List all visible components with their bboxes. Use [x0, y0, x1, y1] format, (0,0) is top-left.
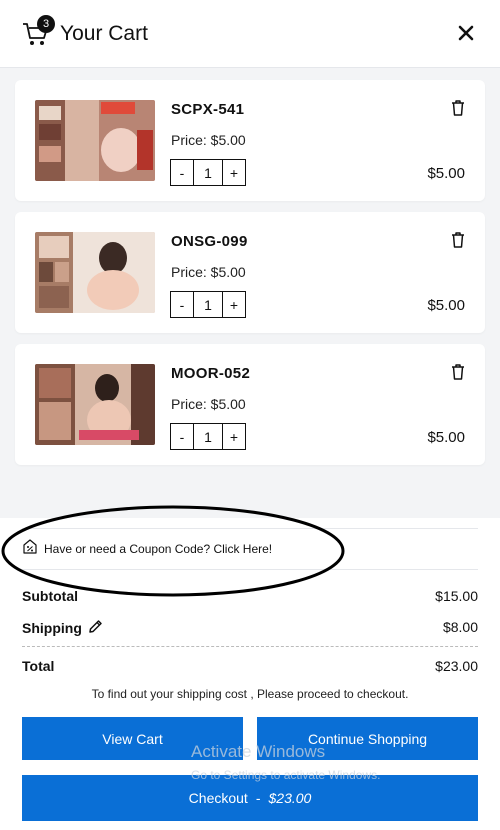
shipping-row: Shipping $8.00 [22, 619, 478, 637]
product-thumbnail[interactable] [35, 100, 155, 181]
cart-item: ONSG-099 Price: $5.00 - 1 + $5.00 [15, 212, 485, 333]
item-line-total: $5.00 [427, 297, 465, 314]
coupon-icon [22, 538, 38, 560]
checkout-label: Checkout [188, 790, 248, 806]
continue-shopping-button[interactable]: Continue Shopping [257, 717, 478, 760]
cart-header: 3 Your Cart [0, 0, 500, 68]
shipping-value: $8.00 [442, 619, 478, 635]
quantity-value[interactable]: 1 [193, 292, 223, 317]
shipping-label: Shipping [22, 620, 82, 636]
cart-summary: Have or need a Coupon Code? Click Here! … [0, 518, 500, 830]
coupon-text: Have or need a Coupon Code? Click Here! [44, 542, 273, 556]
item-price: Price: $5.00 [171, 264, 246, 280]
trash-icon[interactable] [451, 232, 465, 248]
checkout-separator: - [255, 790, 261, 806]
item-sku: SCPX-541 [171, 101, 245, 118]
quantity-stepper: - 1 + [170, 423, 246, 450]
item-sku: ONSG-099 [171, 233, 248, 250]
subtotal-label: Subtotal [22, 588, 78, 604]
item-line-total: $5.00 [427, 165, 465, 182]
close-icon[interactable] [456, 23, 476, 43]
quantity-value[interactable]: 1 [193, 424, 223, 449]
cart-title: Your Cart [60, 21, 148, 45]
pencil-icon[interactable] [88, 619, 103, 637]
decrease-quantity-button[interactable]: - [171, 424, 193, 449]
subtotal-value: $15.00 [435, 588, 478, 604]
cart-icon: 3 [22, 14, 55, 49]
checkout-amount: $23.00 [268, 790, 312, 806]
divider [22, 646, 478, 647]
cart-items-list: SCPX-541 Price: $5.00 - 1 + $5.00 ONSG-0… [15, 80, 485, 476]
item-price: Price: $5.00 [171, 396, 246, 412]
cart-count-badge: 3 [37, 14, 55, 33]
cart-item: SCPX-541 Price: $5.00 - 1 + $5.00 [15, 80, 485, 201]
quantity-value[interactable]: 1 [193, 160, 223, 185]
item-price: Price: $5.00 [171, 132, 246, 148]
product-thumbnail[interactable] [35, 232, 155, 313]
increase-quantity-button[interactable]: + [223, 292, 245, 317]
total-value: $23.00 [435, 658, 478, 674]
subtotal-row: Subtotal $15.00 [22, 588, 478, 604]
trash-icon[interactable] [451, 364, 465, 380]
decrease-quantity-button[interactable]: - [171, 160, 193, 185]
shipping-label-group: Shipping [22, 619, 103, 637]
coupon-link[interactable]: Have or need a Coupon Code? Click Here! [22, 528, 478, 570]
cart-item: MOOR-052 Price: $5.00 - 1 + $5.00 [15, 344, 485, 465]
quantity-stepper: - 1 + [170, 159, 246, 186]
quantity-stepper: - 1 + [170, 291, 246, 318]
total-label: Total [22, 658, 55, 674]
decrease-quantity-button[interactable]: - [171, 292, 193, 317]
item-line-total: $5.00 [427, 429, 465, 446]
increase-quantity-button[interactable]: + [223, 160, 245, 185]
total-row: Total $23.00 [22, 658, 478, 674]
trash-icon[interactable] [451, 100, 465, 116]
increase-quantity-button[interactable]: + [223, 424, 245, 449]
product-thumbnail[interactable] [35, 364, 155, 445]
view-cart-button[interactable]: View Cart [22, 717, 243, 760]
item-sku: MOOR-052 [171, 365, 251, 382]
shipping-note: To find out your shipping cost , Please … [91, 687, 409, 701]
checkout-button[interactable]: Checkout - $23.00 [22, 775, 478, 821]
